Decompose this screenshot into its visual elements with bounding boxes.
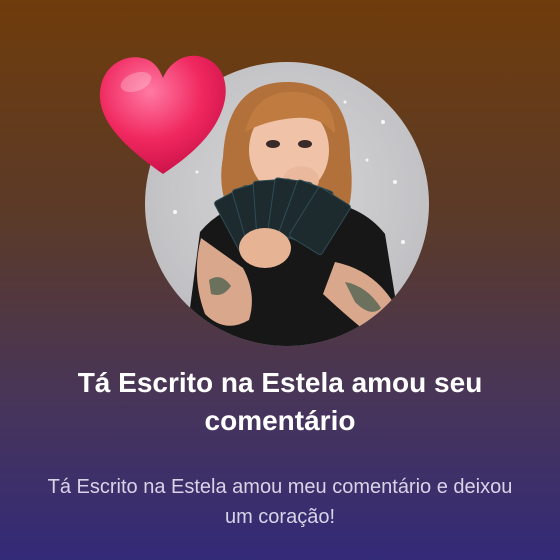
heart-icon — [96, 52, 230, 180]
notification-message: Tá Escrito na Estela amou meu comentário… — [47, 476, 513, 528]
notification-card: Tá Escrito na Estela amou seu comentário… — [0, 0, 560, 560]
notification-title: Tá Escrito na Estela amou seu comentário — [77, 367, 483, 436]
